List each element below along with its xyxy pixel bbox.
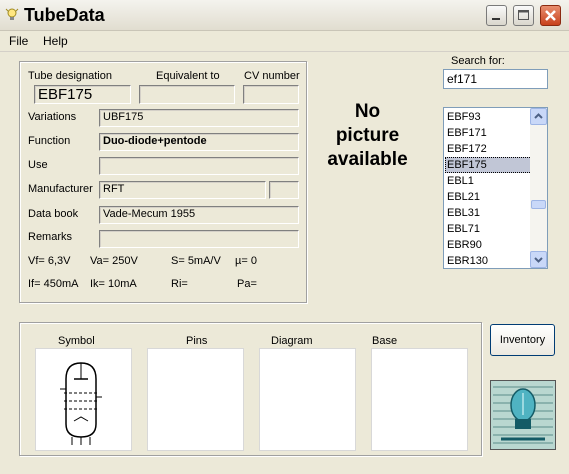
- tube-list-item[interactable]: EBL21: [445, 189, 532, 205]
- remarks-label: Remarks: [28, 231, 73, 243]
- tube-list-item[interactable]: EBL31: [445, 205, 532, 221]
- tube-list-item[interactable]: EBF175: [445, 157, 532, 173]
- diagram-label: Diagram: [271, 335, 313, 347]
- spec-va: Va= 250V: [90, 255, 138, 267]
- pins-box: [147, 348, 244, 451]
- tube-list-item[interactable]: EBR130: [445, 253, 532, 269]
- function-field[interactable]: Duo-diode+pentode: [99, 133, 299, 151]
- cv-number-label: CV number: [244, 70, 300, 82]
- tube-symbol-icon: [60, 362, 102, 445]
- designation-field[interactable]: EBF175: [34, 85, 131, 104]
- lightbulb-icon: [5, 8, 19, 20]
- search-label: Search for:: [451, 55, 505, 67]
- manufacturer-extra-field[interactable]: [269, 181, 299, 199]
- maximize-icon: [518, 10, 529, 20]
- remarks-field[interactable]: [99, 230, 299, 248]
- use-label: Use: [28, 159, 48, 171]
- spec-ik: Ik= 10mA: [90, 278, 137, 290]
- spec-vf: Vf= 6,3V: [28, 255, 71, 267]
- tube-list-item[interactable]: EBF93: [445, 109, 532, 125]
- scroll-down-button[interactable]: [530, 251, 547, 268]
- no-picture-line-2: picture: [335, 125, 400, 146]
- tube-list-item[interactable]: EBR90: [445, 237, 532, 253]
- inventory-button[interactable]: Inventory: [490, 324, 555, 356]
- variations-field[interactable]: UBF175: [99, 109, 299, 127]
- maximize-button[interactable]: [513, 5, 534, 26]
- menu-help[interactable]: Help: [43, 34, 68, 48]
- scroll-thumb[interactable]: [531, 200, 546, 209]
- spec-mu: µ= 0: [235, 255, 257, 267]
- list-scrollbar[interactable]: [530, 108, 547, 268]
- tube-list-item[interactable]: EBF172: [445, 141, 532, 157]
- cv-number-field[interactable]: [243, 85, 299, 104]
- tube-logo-icon: [491, 381, 555, 449]
- spec-if: If= 450mA: [28, 278, 79, 290]
- designation-label: Tube designation: [28, 70, 112, 82]
- tube-list-item[interactable]: EBL1: [445, 173, 532, 189]
- equivalent-label: Equivalent to: [156, 70, 220, 82]
- spec-s: S= 5mA/V: [171, 255, 221, 267]
- no-picture-line-1: No: [354, 101, 381, 122]
- base-label: Base: [372, 335, 398, 347]
- tube-listbox[interactable]: EBF93 EBF171 EBF172 EBF175 EBL1 EBL21 EBL31 EBL…: [443, 107, 548, 269]
- no-picture-text: No picture available: [310, 100, 425, 172]
- minimize-icon: [492, 18, 500, 20]
- variations-label: Variations: [28, 111, 77, 123]
- close-button[interactable]: [540, 5, 561, 26]
- databook-label: Data book: [28, 208, 79, 220]
- symbol-label: Symbol: [58, 335, 95, 347]
- function-label: Function: [28, 135, 71, 147]
- base-box: [371, 348, 468, 451]
- manufacturer-label: Manufacturer: [28, 183, 93, 195]
- diagram-box: [259, 348, 356, 451]
- menu-bar: File Help: [0, 31, 569, 52]
- no-picture-line-3: available: [327, 149, 408, 170]
- tube-list-item[interactable]: EBF171: [445, 125, 532, 141]
- chevron-up-icon: [534, 113, 543, 119]
- search-input[interactable]: ef171: [443, 69, 548, 89]
- chevron-down-icon: [534, 257, 543, 263]
- databook-field[interactable]: Vade-Mecum 1955: [99, 206, 299, 224]
- window-title: TubeData: [24, 5, 105, 25]
- title-bar: TubeData: [0, 0, 569, 31]
- symbol-box: [35, 348, 132, 451]
- spec-ri: Ri=: [171, 278, 188, 290]
- app-logo: [490, 380, 556, 450]
- spec-pa: Pa=: [237, 278, 257, 290]
- pins-label: Pins: [186, 335, 208, 347]
- scroll-up-button[interactable]: [530, 108, 547, 125]
- equivalent-field[interactable]: [139, 85, 235, 104]
- tube-list-item[interactable]: EBL71: [445, 221, 532, 237]
- use-field[interactable]: [99, 157, 299, 175]
- close-icon: [545, 10, 556, 21]
- manufacturer-field[interactable]: RFT: [99, 181, 266, 199]
- menu-file[interactable]: File: [9, 34, 28, 48]
- minimize-button[interactable]: [486, 5, 507, 26]
